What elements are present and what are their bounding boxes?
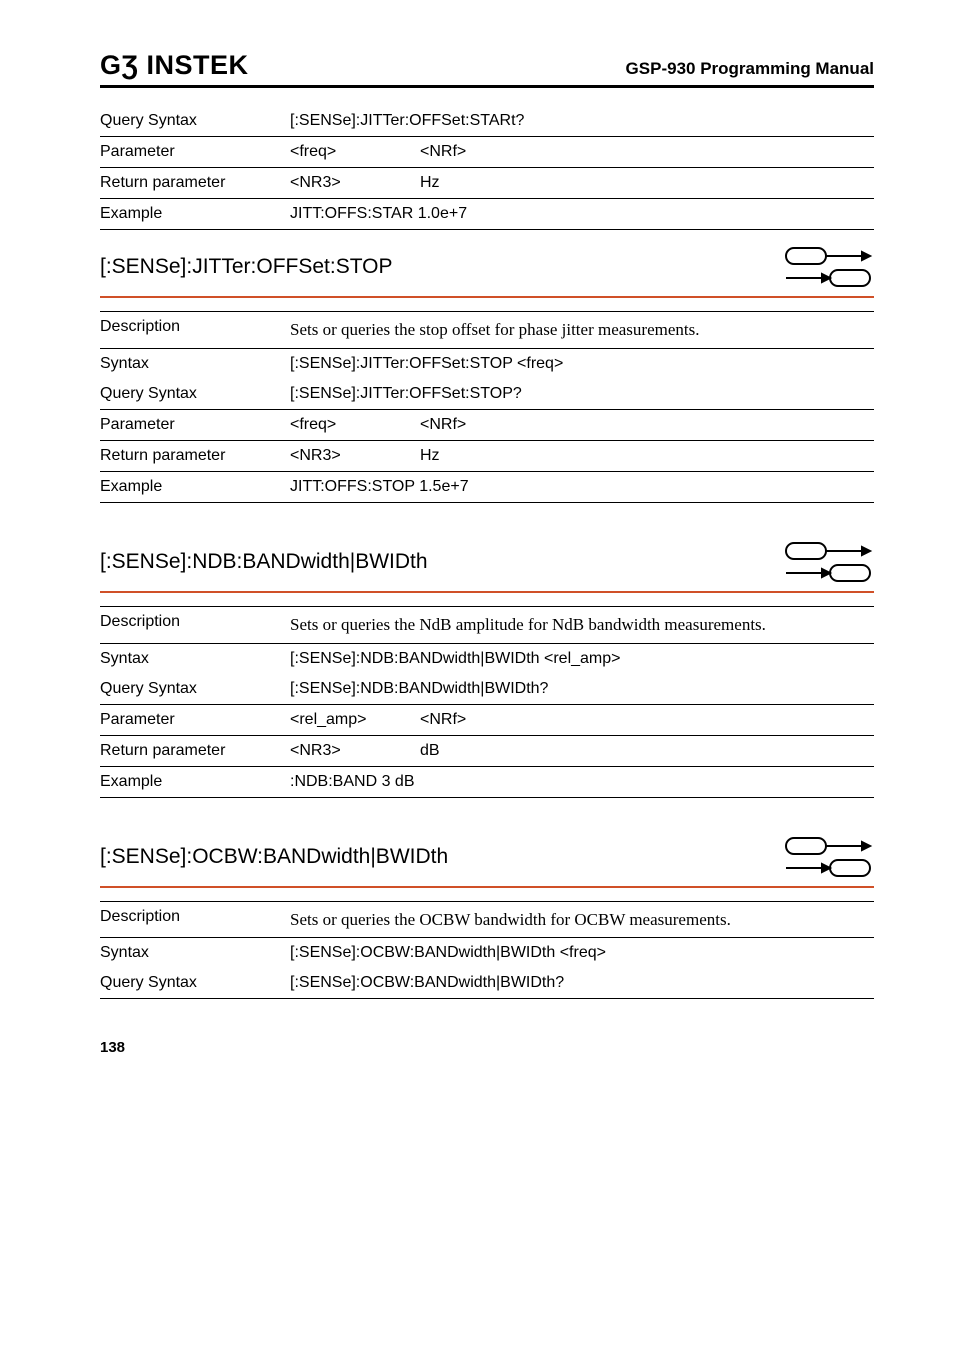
parameter-type: <NRf> xyxy=(420,416,874,434)
return-type: dB xyxy=(420,742,874,760)
table-row: Query Syntax [:SENSe]:OCBW:BANDwidth|BWI… xyxy=(100,968,874,999)
example-value: :NDB:BAND 3 dB xyxy=(290,773,874,791)
table-row: Query Syntax [:SENSe]:NDB:BANDwidth|BWID… xyxy=(100,674,874,705)
return-name: <NR3> xyxy=(290,174,420,192)
query-syntax-value: [:SENSe]:JITTer:OFFSet:STARt? xyxy=(290,112,874,130)
table-row: Parameter <rel_amp> <NRf> xyxy=(100,705,874,736)
table-row: Example :NDB:BAND 3 dB xyxy=(100,767,874,798)
page-header: GƷ INSTEK GSP-930 Programming Manual xyxy=(100,50,874,88)
table-row: Parameter <freq> <NRf> xyxy=(100,137,874,168)
description-label: Description xyxy=(100,613,290,637)
syntax-label: Syntax xyxy=(100,355,290,373)
table-row: Parameter <freq> <NRf> xyxy=(100,410,874,441)
parameter-name: <freq> xyxy=(290,416,420,434)
syntax-value: [:SENSe]:JITTer:OFFSet:STOP <freq> xyxy=(290,355,874,373)
section-title: [:SENSe]:JITTer:OFFSet:STOP xyxy=(100,255,393,279)
brand-logo: GƷ INSTEK xyxy=(100,50,249,81)
description-text: Sets or queries the stop offset for phas… xyxy=(290,318,874,342)
query-syntax-value: [:SENSe]:OCBW:BANDwidth|BWIDth? xyxy=(290,974,874,992)
example-label: Example xyxy=(100,773,290,791)
return-label: Return parameter xyxy=(100,447,290,465)
return-type: Hz xyxy=(420,174,874,192)
table-row: Example JITT:OFFS:STOP 1.5e+7 xyxy=(100,472,874,503)
parameter-type: <NRf> xyxy=(420,143,874,161)
example-label: Example xyxy=(100,478,290,496)
section-heading: [:SENSe]:NDB:BANDwidth|BWIDth xyxy=(100,503,874,593)
parameter-label: Parameter xyxy=(100,416,290,434)
syntax-label: Syntax xyxy=(100,944,290,962)
page-number: 138 xyxy=(100,1039,874,1056)
query-syntax-value: [:SENSe]:JITTer:OFFSet:STOP? xyxy=(290,385,874,403)
section-title: [:SENSe]:NDB:BANDwidth|BWIDth xyxy=(100,550,428,574)
parameter-label: Parameter xyxy=(100,143,290,161)
table-row: Return parameter <NR3> dB xyxy=(100,736,874,767)
table-row: Syntax [:SENSe]:OCBW:BANDwidth|BWIDth <f… xyxy=(100,938,874,968)
set-query-icon xyxy=(784,836,874,878)
return-label: Return parameter xyxy=(100,742,290,760)
divider xyxy=(100,298,874,312)
manual-title: GSP-930 Programming Manual xyxy=(626,59,874,79)
table-row: Query Syntax [:SENSe]:JITTer:OFFSet:STAR… xyxy=(100,106,874,137)
return-name: <NR3> xyxy=(290,447,420,465)
divider xyxy=(100,593,874,607)
table-row: Return parameter <NR3> Hz xyxy=(100,168,874,199)
table-row: Description Sets or queries the NdB ampl… xyxy=(100,607,874,644)
table-row: Example JITT:OFFS:STAR 1.0e+7 xyxy=(100,199,874,230)
example-value: JITT:OFFS:STOP 1.5e+7 xyxy=(290,478,874,496)
parameter-name: <rel_amp> xyxy=(290,711,420,729)
query-syntax-label: Query Syntax xyxy=(100,385,290,403)
query-syntax-value: [:SENSe]:NDB:BANDwidth|BWIDth? xyxy=(290,680,874,698)
description-text: Sets or queries the OCBW bandwidth for O… xyxy=(290,908,874,932)
section-heading: [:SENSe]:JITTer:OFFSet:STOP xyxy=(100,230,874,298)
query-syntax-label: Query Syntax xyxy=(100,112,290,130)
set-query-icon xyxy=(784,246,874,288)
table-row: Return parameter <NR3> Hz xyxy=(100,441,874,472)
syntax-value: [:SENSe]:NDB:BANDwidth|BWIDth <rel_amp> xyxy=(290,650,874,668)
description-text: Sets or queries the NdB amplitude for Nd… xyxy=(290,613,874,637)
example-label: Example xyxy=(100,205,290,223)
section-heading: [:SENSe]:OCBW:BANDwidth|BWIDth xyxy=(100,798,874,888)
query-syntax-label: Query Syntax xyxy=(100,974,290,992)
syntax-label: Syntax xyxy=(100,650,290,668)
description-label: Description xyxy=(100,318,290,342)
table-row: Description Sets or queries the OCBW ban… xyxy=(100,902,874,939)
table-row: Syntax [:SENSe]:JITTer:OFFSet:STOP <freq… xyxy=(100,349,874,379)
return-name: <NR3> xyxy=(290,742,420,760)
syntax-value: [:SENSe]:OCBW:BANDwidth|BWIDth <freq> xyxy=(290,944,874,962)
section-title: [:SENSe]:OCBW:BANDwidth|BWIDth xyxy=(100,845,448,869)
set-query-icon xyxy=(784,541,874,583)
description-label: Description xyxy=(100,908,290,932)
query-syntax-label: Query Syntax xyxy=(100,680,290,698)
parameter-label: Parameter xyxy=(100,711,290,729)
divider xyxy=(100,888,874,902)
parameter-type: <NRf> xyxy=(420,711,874,729)
table-row: Syntax [:SENSe]:NDB:BANDwidth|BWIDth <re… xyxy=(100,644,874,674)
table-row: Query Syntax [:SENSe]:JITTer:OFFSet:STOP… xyxy=(100,379,874,410)
parameter-name: <freq> xyxy=(290,143,420,161)
return-label: Return parameter xyxy=(100,174,290,192)
table-row: Description Sets or queries the stop off… xyxy=(100,312,874,349)
return-type: Hz xyxy=(420,447,874,465)
example-value: JITT:OFFS:STAR 1.0e+7 xyxy=(290,205,874,223)
